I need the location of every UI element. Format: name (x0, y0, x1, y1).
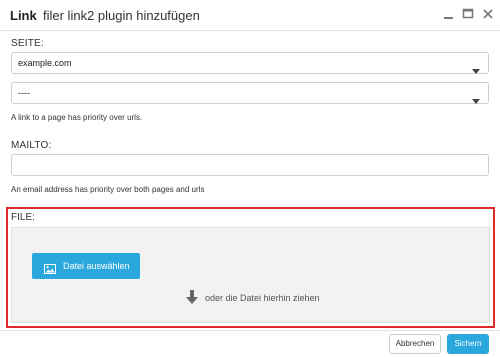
image-icon (44, 261, 56, 274)
dialog-titlebar: Link filer link2 plugin hinzufügen (0, 0, 500, 31)
chevron-down-icon (472, 91, 480, 104)
save-button[interactable]: Sichern (447, 334, 489, 354)
footer-divider (0, 330, 500, 331)
page-select-value: example.com (18, 58, 72, 68)
choose-file-button[interactable]: Datei auswählen (32, 253, 140, 279)
mailto-label: MAILTO: (11, 140, 52, 151)
page-select[interactable]: example.com (11, 52, 489, 74)
minimize-icon[interactable] (442, 7, 456, 21)
file-label: FILE: (11, 212, 35, 223)
maximize-icon[interactable] (461, 7, 475, 21)
choose-file-label: Datei auswählen (63, 261, 130, 271)
chevron-down-icon (472, 61, 480, 74)
anchor-select[interactable]: ---- (11, 82, 489, 104)
dialog-title: Link (10, 8, 37, 23)
arrow-down-icon (186, 290, 198, 304)
anchor-select-value: ---- (18, 88, 30, 98)
close-icon[interactable] (481, 7, 495, 21)
drop-hint-text: oder die Datei hierhin ziehen (205, 293, 320, 303)
cancel-button[interactable]: Abbrechen (389, 334, 441, 354)
mailto-help-text: An email address has priority over both … (11, 185, 205, 194)
page-help-text: A link to a page has priority over urls. (11, 113, 143, 122)
dialog-subtitle: filer link2 plugin hinzufügen (43, 8, 200, 23)
mailto-input[interactable] (11, 154, 489, 176)
save-button-label: Sichern (454, 339, 482, 348)
cancel-button-label: Abbrechen (395, 339, 435, 348)
page-label: SEITE: (11, 38, 44, 49)
